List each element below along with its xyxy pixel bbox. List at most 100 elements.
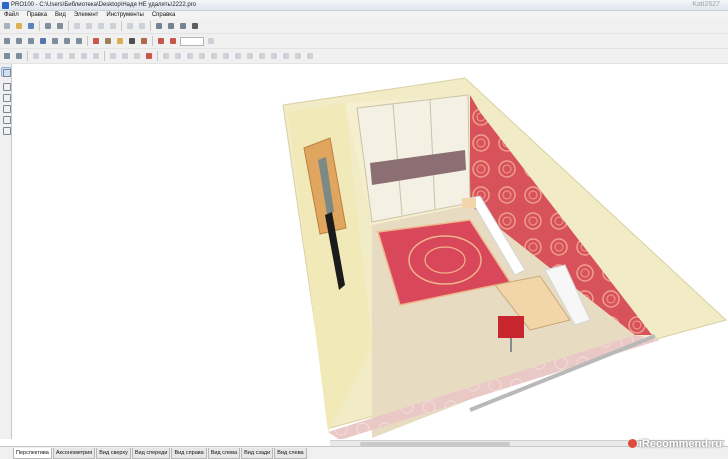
grid-icon[interactable] bbox=[2, 51, 12, 61]
open-icon[interactable] bbox=[14, 21, 24, 31]
zoom-fit-icon[interactable] bbox=[206, 36, 216, 46]
move-icon[interactable] bbox=[31, 51, 41, 61]
zoom-out-icon[interactable] bbox=[168, 36, 178, 46]
room-render bbox=[282, 77, 728, 439]
view-axon-icon[interactable] bbox=[38, 36, 48, 46]
menu-edit[interactable]: Правка bbox=[23, 11, 51, 19]
copy-along-icon[interactable] bbox=[173, 51, 183, 61]
menu-view[interactable]: Вид bbox=[51, 11, 70, 19]
paste-icon[interactable] bbox=[96, 21, 106, 31]
align-right-icon[interactable] bbox=[67, 51, 77, 61]
cut-icon[interactable] bbox=[72, 21, 82, 31]
zoom-select[interactable] bbox=[180, 36, 204, 46]
distribute-icon[interactable] bbox=[108, 51, 118, 61]
separator bbox=[27, 51, 28, 61]
camera-icon[interactable] bbox=[139, 36, 149, 46]
left-tool-strip bbox=[0, 64, 12, 439]
save-icon[interactable] bbox=[26, 21, 36, 31]
lock-icon[interactable] bbox=[144, 51, 154, 61]
copy-icon[interactable] bbox=[84, 21, 94, 31]
view-left-icon[interactable] bbox=[62, 36, 72, 46]
tab-perspective[interactable]: Перспектива bbox=[13, 448, 52, 459]
light-icon[interactable] bbox=[127, 36, 137, 46]
properties-icon[interactable] bbox=[154, 21, 164, 31]
view-tab-bar: Перспектива Аксонометрия Вид сверху Вид … bbox=[0, 446, 728, 459]
hole-icon[interactable] bbox=[257, 51, 267, 61]
window-title: PRO100 - C:\Users\Библиотека\Desktop\Над… bbox=[11, 2, 197, 8]
print-preview-icon[interactable] bbox=[55, 21, 65, 31]
price-icon[interactable] bbox=[305, 51, 315, 61]
separator bbox=[121, 21, 122, 31]
delete-icon[interactable] bbox=[108, 21, 118, 31]
menu-element[interactable]: Элемент bbox=[70, 11, 102, 19]
app-icon bbox=[2, 2, 9, 9]
ungroup-icon[interactable] bbox=[132, 51, 142, 61]
tab-right-view[interactable]: Вид справа bbox=[171, 448, 207, 459]
walk-tool-icon[interactable] bbox=[2, 126, 11, 135]
render-icon[interactable] bbox=[103, 36, 113, 46]
group-icon[interactable] bbox=[120, 51, 130, 61]
redo-icon[interactable] bbox=[137, 21, 147, 31]
handle-icon[interactable] bbox=[281, 51, 291, 61]
separator bbox=[150, 21, 151, 31]
align-left-icon[interactable] bbox=[55, 51, 65, 61]
tab-axonometry[interactable]: Аксонометрия bbox=[52, 448, 96, 459]
new-icon[interactable] bbox=[2, 21, 12, 31]
toolbar-main bbox=[0, 19, 728, 34]
orbit-tool-icon[interactable] bbox=[2, 115, 11, 124]
menu-file[interactable]: Файл bbox=[0, 11, 23, 19]
tab-back-view[interactable]: Вид сзади bbox=[241, 448, 274, 459]
site-logo-icon bbox=[627, 439, 637, 448]
separator bbox=[68, 21, 69, 31]
sum-icon[interactable] bbox=[190, 21, 200, 31]
menu-bar: Файл Правка Вид Элемент Инструменты Спра… bbox=[0, 11, 728, 19]
separator bbox=[157, 51, 158, 61]
chair bbox=[498, 316, 524, 338]
library-icon[interactable] bbox=[178, 21, 188, 31]
tab-top-view[interactable]: Вид сверху bbox=[96, 448, 131, 459]
snap-icon[interactable] bbox=[14, 51, 24, 61]
watermark-text: iRecommend.ru bbox=[638, 438, 722, 450]
join-icon[interactable] bbox=[209, 51, 219, 61]
pan-tool-icon[interactable] bbox=[2, 93, 11, 102]
print-icon[interactable] bbox=[43, 21, 53, 31]
side-table bbox=[462, 198, 476, 208]
site-watermark: iRecommend.ru bbox=[627, 438, 722, 450]
3d-viewport[interactable] bbox=[12, 64, 728, 439]
rotate-icon[interactable] bbox=[43, 51, 53, 61]
corner-watermark: Kati2627 bbox=[692, 1, 720, 8]
toolbar-edit bbox=[0, 49, 728, 64]
texture-icon[interactable] bbox=[115, 36, 125, 46]
view-perspective-icon[interactable] bbox=[2, 36, 12, 46]
separator bbox=[152, 36, 153, 46]
tab-left-view[interactable]: Вид слева bbox=[207, 448, 241, 459]
align-bottom-icon[interactable] bbox=[91, 51, 101, 61]
align-top-icon[interactable] bbox=[79, 51, 89, 61]
tab-left-view-2[interactable]: Вид слева bbox=[274, 448, 307, 459]
rotate-tool-icon[interactable] bbox=[2, 82, 11, 91]
view-front-icon[interactable] bbox=[26, 36, 36, 46]
menu-tools[interactable]: Инструменты bbox=[102, 11, 147, 19]
section-icon[interactable] bbox=[197, 51, 207, 61]
zoom-tool-icon[interactable] bbox=[2, 104, 11, 113]
measure-icon[interactable] bbox=[185, 51, 195, 61]
tab-front-view[interactable]: Вид спереди bbox=[131, 448, 171, 459]
wireframe-icon[interactable] bbox=[91, 36, 101, 46]
edge-icon[interactable] bbox=[245, 51, 255, 61]
split-icon[interactable] bbox=[221, 51, 231, 61]
app-window: PRO100 - C:\Users\Библиотека\Desktop\Над… bbox=[0, 0, 728, 459]
hinge-icon[interactable] bbox=[269, 51, 279, 61]
view-top-icon[interactable] bbox=[14, 36, 24, 46]
view-right-icon[interactable] bbox=[50, 36, 60, 46]
view-back-icon[interactable] bbox=[74, 36, 84, 46]
stack-icon[interactable] bbox=[233, 51, 243, 61]
select-tool-icon[interactable] bbox=[1, 67, 11, 77]
mirror-icon[interactable] bbox=[161, 51, 171, 61]
undo-icon[interactable] bbox=[125, 21, 135, 31]
menu-help[interactable]: Справка bbox=[148, 11, 180, 19]
catalog-icon[interactable] bbox=[166, 21, 176, 31]
material-icon[interactable] bbox=[293, 51, 303, 61]
view-tabs: Перспектива Аксонометрия Вид сверху Вид … bbox=[13, 448, 308, 459]
zoom-in-icon[interactable] bbox=[156, 36, 166, 46]
title-bar: PRO100 - C:\Users\Библиотека\Desktop\Над… bbox=[0, 0, 728, 11]
